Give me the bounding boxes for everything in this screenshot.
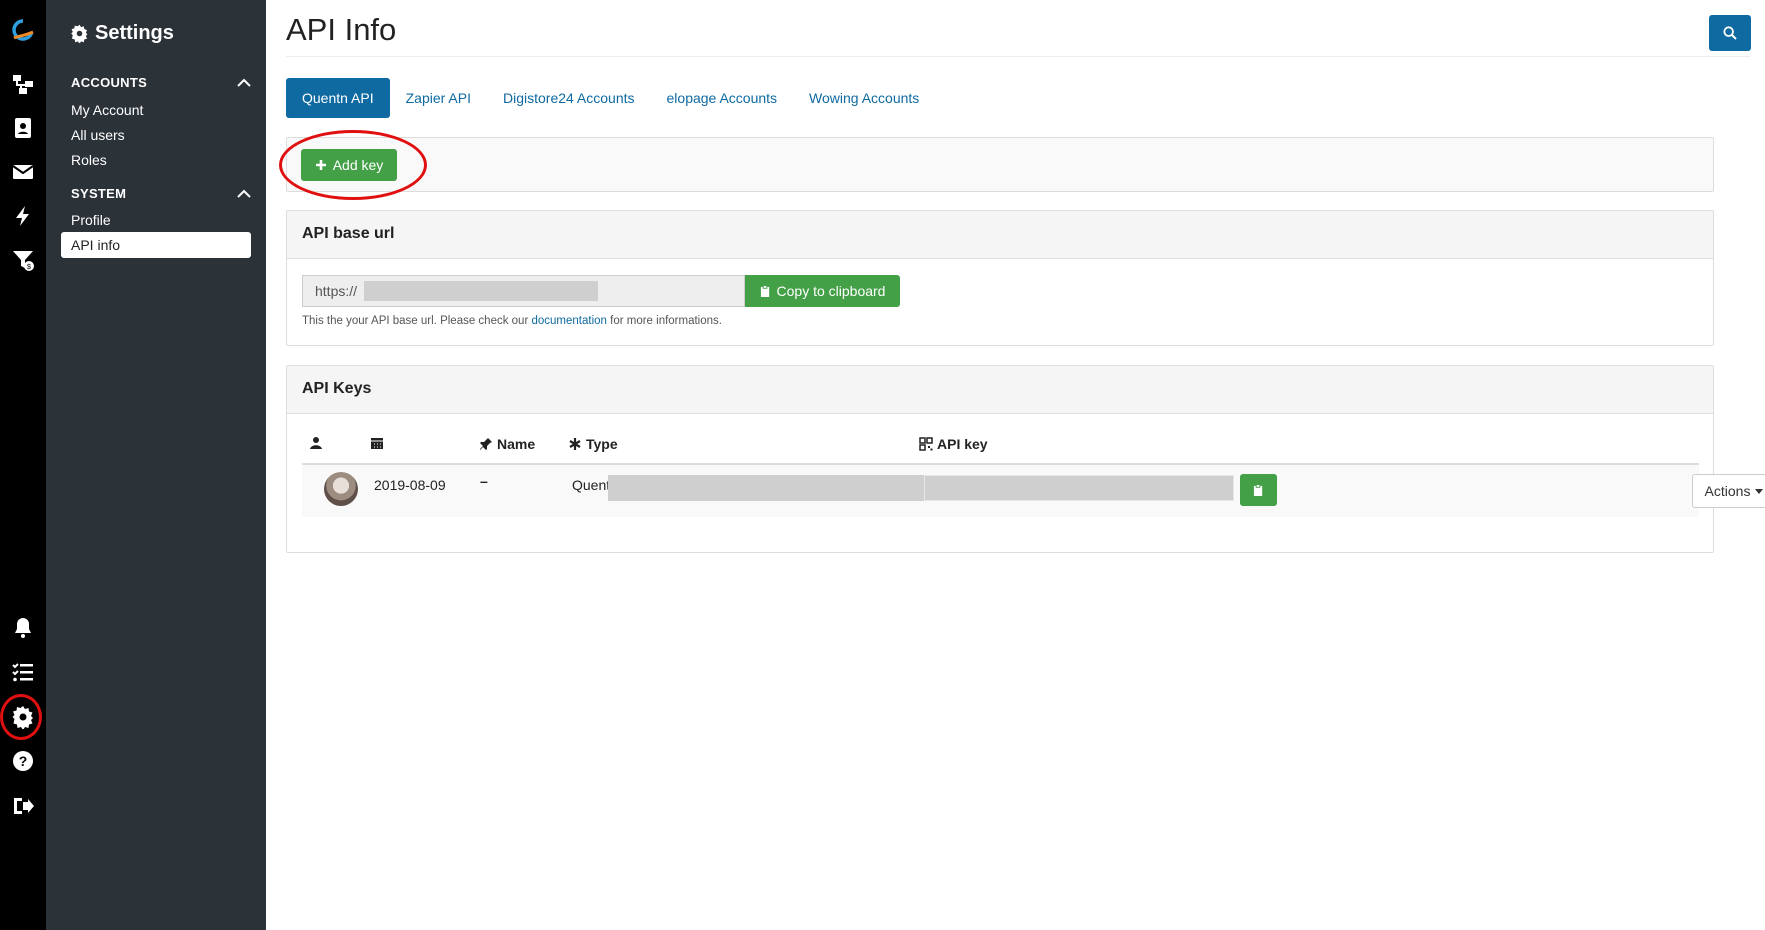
column-name-label: Name bbox=[497, 436, 536, 452]
sidebar-item-my-account[interactable]: My Account bbox=[61, 97, 251, 123]
column-type-label: Type bbox=[586, 436, 618, 452]
sidebar-item-api-info[interactable]: API info bbox=[61, 232, 251, 258]
tab-wowing-accounts[interactable]: Wowing Accounts bbox=[793, 78, 935, 118]
api-keys-panel: API Keys Name Type API key 2019-08-09 – … bbox=[286, 365, 1765, 553]
gear-icon bbox=[71, 24, 88, 43]
qrcode-icon bbox=[919, 437, 933, 451]
api-tabs: Quentn API Zapier API Digistore24 Accoun… bbox=[286, 78, 935, 118]
base-url-panel-title: API base url bbox=[287, 211, 1713, 259]
tab-quentn-api[interactable]: Quentn API bbox=[286, 78, 390, 118]
add-key-label: Add key bbox=[332, 157, 384, 173]
chevron-up-icon bbox=[237, 78, 251, 87]
row-date: 2019-08-09 bbox=[374, 477, 446, 493]
base-url-help: This the your API base url. Please check… bbox=[302, 315, 722, 327]
base-url-panel: API base url https:// Copy to clipboard … bbox=[286, 210, 1714, 346]
help-text-prefix: This the your API base url. Please check… bbox=[302, 315, 532, 327]
plus-icon bbox=[315, 160, 326, 170]
section-accounts-label: ACCOUNTS bbox=[71, 75, 148, 90]
sitemap-icon[interactable] bbox=[0, 64, 46, 104]
tab-elopage-accounts[interactable]: elopage Accounts bbox=[651, 78, 794, 118]
column-date bbox=[370, 436, 384, 450]
sidebar-item-all-users[interactable]: All users bbox=[61, 122, 251, 148]
help-icon[interactable]: ? bbox=[0, 741, 46, 781]
help-text-suffix: for more informations. bbox=[606, 315, 722, 327]
envelope-icon[interactable] bbox=[0, 152, 46, 192]
main-content: API Info Quentn API Zapier API Digistore… bbox=[266, 0, 1765, 930]
user-icon bbox=[310, 437, 322, 449]
copy-api-key-button[interactable] bbox=[1240, 474, 1277, 506]
logo-icon[interactable] bbox=[0, 10, 46, 50]
sidebar-item-roles[interactable]: Roles bbox=[61, 147, 251, 173]
row-name: – bbox=[480, 473, 488, 489]
redacted-block bbox=[608, 475, 924, 501]
sidebar-title: Settings bbox=[70, 22, 174, 45]
contacts-icon[interactable] bbox=[0, 108, 46, 148]
gear-icon[interactable] bbox=[0, 697, 46, 737]
calendar-icon bbox=[371, 438, 383, 449]
page-title: API Info bbox=[286, 12, 397, 47]
clipboard-icon bbox=[760, 284, 769, 297]
column-api-key: API key bbox=[919, 436, 988, 452]
search-button[interactable] bbox=[1709, 15, 1751, 51]
toolbar-panel: Add key bbox=[279, 130, 1714, 200]
copy-to-clipboard-button[interactable]: Copy to clipboard bbox=[745, 275, 900, 307]
column-user bbox=[309, 436, 323, 450]
sidebar-item-profile[interactable]: Profile bbox=[61, 207, 251, 233]
avatar bbox=[324, 472, 358, 506]
actions-dropdown-button[interactable]: Actions bbox=[1692, 474, 1765, 508]
redacted-block bbox=[364, 281, 598, 301]
column-type: Type bbox=[568, 436, 618, 452]
caret-down-icon bbox=[1755, 488, 1764, 494]
copy-label: Copy to clipboard bbox=[776, 283, 886, 299]
actions-label: Actions bbox=[1704, 483, 1751, 499]
icon-rail: $ ? bbox=[0, 0, 46, 930]
column-name: Name bbox=[479, 436, 535, 452]
tab-zapier-api[interactable]: Zapier API bbox=[390, 78, 487, 118]
settings-sidebar: Settings ACCOUNTS My Account All users R… bbox=[46, 0, 266, 930]
api-keys-panel-title: API Keys bbox=[287, 366, 1713, 414]
bell-icon[interactable] bbox=[0, 608, 46, 648]
svg-text:?: ? bbox=[19, 753, 28, 769]
sidebar-title-label: Settings bbox=[95, 22, 174, 44]
bolt-icon[interactable] bbox=[0, 196, 46, 236]
svg-text:$: $ bbox=[27, 264, 31, 271]
section-system[interactable]: SYSTEM bbox=[71, 186, 251, 201]
title-divider bbox=[286, 56, 1750, 57]
api-key-field[interactable] bbox=[924, 475, 1234, 501]
base-url-value: https:// bbox=[315, 283, 358, 299]
section-accounts[interactable]: ACCOUNTS bbox=[71, 75, 251, 90]
table-row: 2019-08-09 – Quentn Actions bbox=[302, 465, 1765, 517]
funnel-dollar-icon[interactable]: $ bbox=[0, 240, 46, 280]
add-key-button[interactable]: Add key bbox=[301, 149, 397, 181]
column-api-key-label: API key bbox=[937, 436, 988, 452]
logout-icon[interactable] bbox=[0, 786, 46, 826]
tasks-icon[interactable] bbox=[0, 652, 46, 692]
asterisk-icon bbox=[569, 438, 581, 450]
pin-icon bbox=[480, 438, 492, 450]
clipboard-icon bbox=[1253, 483, 1263, 496]
chevron-up-icon bbox=[237, 189, 251, 198]
search-icon bbox=[1723, 26, 1737, 40]
section-system-label: SYSTEM bbox=[71, 186, 127, 201]
tab-digistore24-accounts[interactable]: Digistore24 Accounts bbox=[487, 78, 651, 118]
documentation-link[interactable]: documentation bbox=[531, 315, 606, 327]
